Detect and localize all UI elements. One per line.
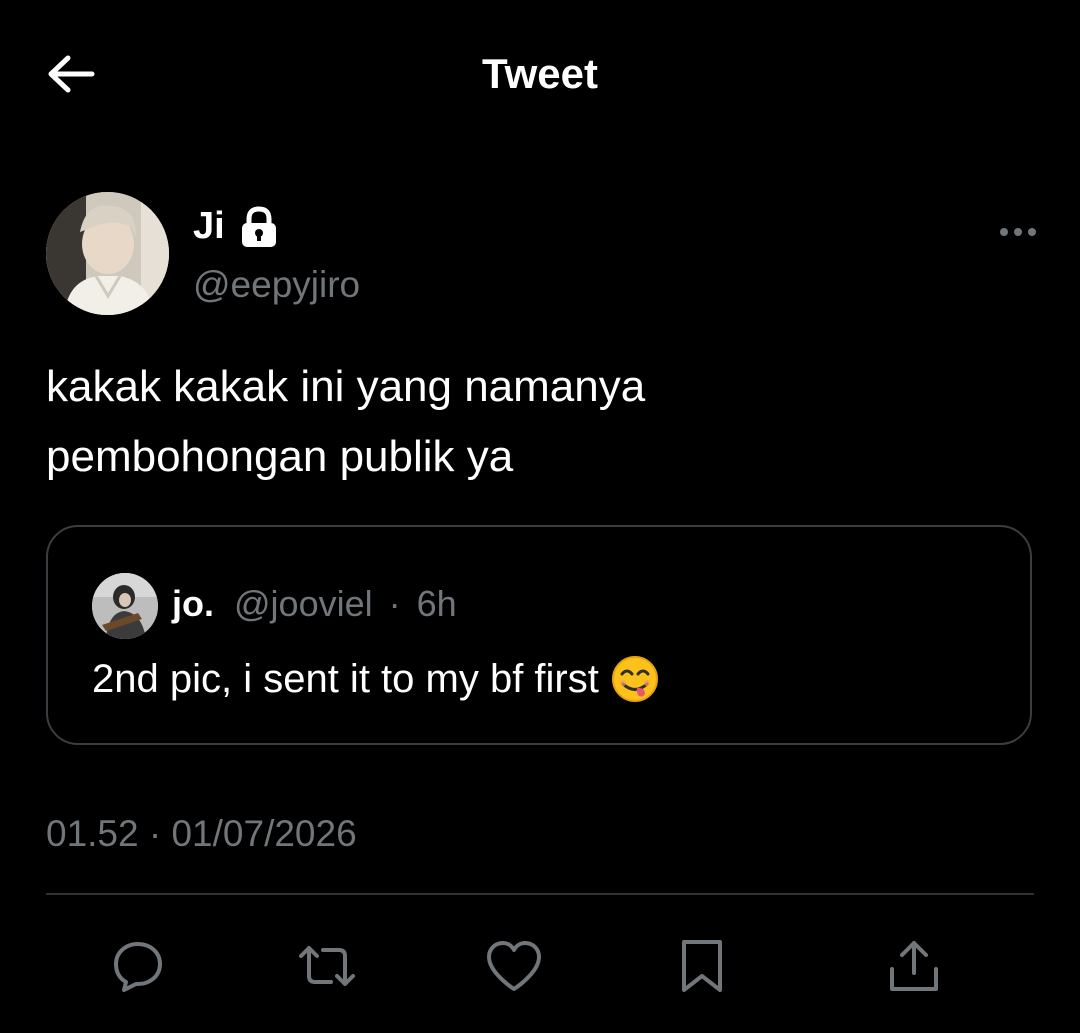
share-icon [890, 941, 938, 991]
tweet-timestamp[interactable]: 01.52 · 01/07/2026 [46, 813, 357, 855]
bookmark-icon [682, 940, 722, 992]
reply-button[interactable] [106, 934, 170, 998]
retweet-button[interactable] [295, 934, 359, 998]
more-button[interactable] [994, 212, 1042, 252]
quoted-tweet-card[interactable]: jo. @jooviel · 6h 2nd pic, i sent it to … [46, 525, 1032, 745]
tweet-text-line: kakak kakak ini yang namanya [46, 362, 646, 411]
share-button[interactable] [882, 934, 946, 998]
author-handle[interactable]: @eepyjiro [193, 264, 360, 306]
timestamp-separator: · [148, 813, 162, 854]
lock-icon [240, 206, 278, 248]
like-button[interactable] [482, 934, 546, 998]
tweet-text-line: pembohongan publik ya [46, 432, 514, 481]
face-savoring-food-emoji-icon [611, 655, 659, 703]
quote-text-row: 2nd pic, i sent it to my bf first [92, 655, 659, 703]
quote-author-handle: @jooviel [234, 583, 373, 624]
tweet-date: 01/07/2026 [171, 813, 357, 854]
tweet-text: kakak kakak ini yang namanya pembohongan… [46, 352, 1036, 492]
more-horizontal-icon [1000, 228, 1036, 236]
like-icon [487, 941, 541, 991]
reply-icon [114, 942, 162, 992]
quote-text: 2nd pic, i sent it to my bf first [92, 656, 599, 701]
page-title: Tweet [482, 50, 598, 97]
author-avatar[interactable] [46, 192, 169, 315]
divider [46, 893, 1034, 895]
author-name[interactable]: Ji [193, 205, 225, 248]
quote-separator: · [388, 583, 401, 624]
quote-author-name: jo. [172, 583, 214, 624]
bookmark-button[interactable] [670, 934, 734, 998]
quote-header: jo. @jooviel · 6h [172, 583, 457, 625]
tweet-time: 01.52 [46, 813, 139, 854]
quote-avatar-image [92, 573, 158, 639]
retweet-icon [299, 946, 355, 986]
quote-time: 6h [416, 583, 457, 624]
quote-avatar [92, 573, 158, 639]
avatar-image [46, 192, 169, 315]
